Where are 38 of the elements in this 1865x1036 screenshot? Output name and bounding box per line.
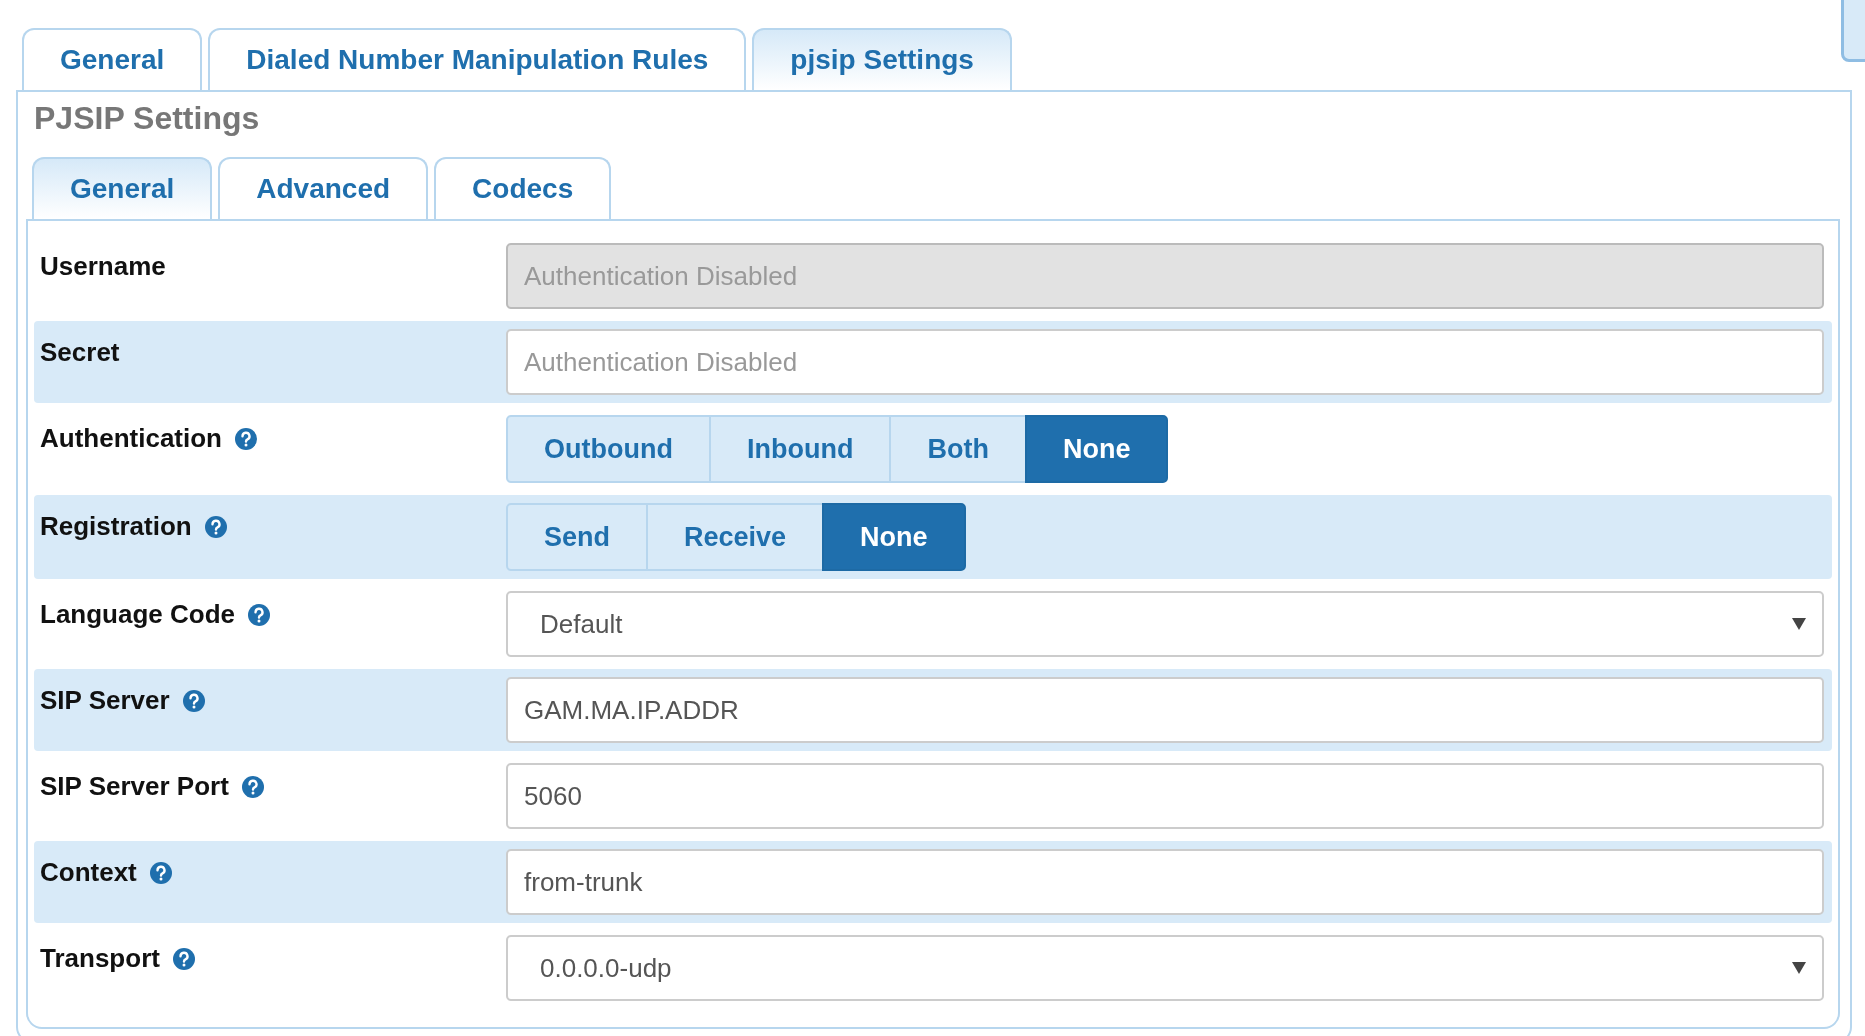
select-field[interactable]: Default bbox=[506, 591, 1824, 657]
toggle-option[interactable]: Inbound bbox=[708, 415, 892, 483]
field-label: Username bbox=[40, 251, 166, 282]
tab[interactable]: General bbox=[32, 157, 213, 219]
toggle-option[interactable]: None bbox=[822, 503, 966, 571]
caret-icon bbox=[1792, 618, 1806, 630]
field-label: Language Code bbox=[40, 599, 235, 630]
help-icon[interactable] bbox=[234, 427, 258, 451]
text-field[interactable]: 5060 bbox=[506, 763, 1824, 829]
help-icon[interactable] bbox=[171, 947, 196, 971]
help-icon[interactable] bbox=[203, 515, 228, 539]
section-title: PJSIP Settings bbox=[34, 100, 261, 137]
tab[interactable]: pjsip Settings bbox=[752, 28, 1012, 90]
text-field[interactable]: Authentication Disabled bbox=[506, 329, 1824, 395]
tab[interactable]: Dialed Number Manipulation Rules bbox=[208, 28, 747, 90]
tab[interactable]: Codecs bbox=[434, 157, 612, 219]
field-label: Secret bbox=[40, 337, 120, 368]
field-label: SIP Server bbox=[40, 685, 170, 716]
field-label: SIP Server Port bbox=[40, 771, 229, 802]
toggle-option[interactable]: Receive bbox=[646, 503, 825, 571]
select-field[interactable]: 0.0.0.0-udp bbox=[506, 935, 1824, 1001]
field-label: Registration bbox=[40, 511, 192, 542]
help-icon[interactable] bbox=[240, 775, 265, 799]
field-label: Context bbox=[40, 857, 137, 888]
text-field[interactable]: GAM.MA.IP.ADDR bbox=[506, 677, 1824, 743]
help-icon[interactable] bbox=[148, 861, 173, 885]
tab[interactable]: Advanced bbox=[218, 157, 429, 219]
toggle-option[interactable]: Both bbox=[889, 415, 1027, 483]
caret-icon bbox=[1792, 962, 1806, 974]
toggle-option[interactable]: Send bbox=[506, 503, 648, 571]
toggle-option[interactable]: None bbox=[1024, 415, 1169, 483]
field-label: Transport bbox=[40, 943, 160, 974]
text-field[interactable]: from-trunk bbox=[506, 849, 1824, 915]
help-icon[interactable] bbox=[247, 603, 271, 627]
field-label: Authentication bbox=[40, 423, 222, 454]
tab[interactable]: General bbox=[22, 28, 203, 90]
toggle-option[interactable]: Outbound bbox=[506, 415, 711, 483]
help-icon[interactable] bbox=[181, 689, 206, 713]
